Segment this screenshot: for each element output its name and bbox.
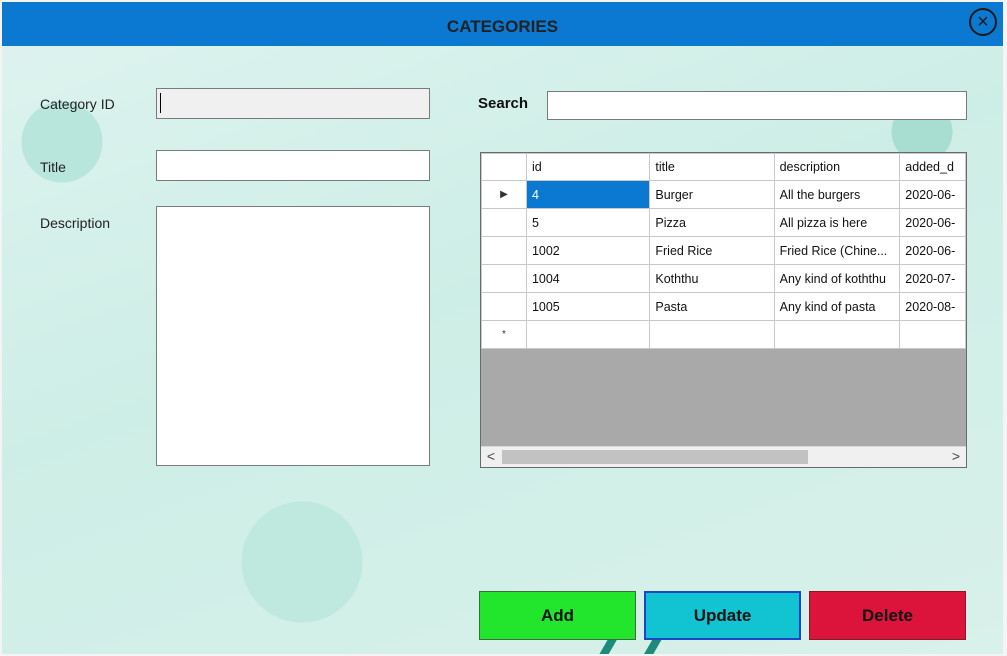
horizontal-scrollbar[interactable]: < > <box>481 446 966 467</box>
title-label: Title <box>40 159 66 175</box>
row-header[interactable] <box>481 236 527 265</box>
scroll-left-icon[interactable]: < <box>482 448 500 464</box>
update-button[interactable]: Update <box>644 591 801 640</box>
column-header-description[interactable]: description <box>773 153 901 181</box>
row-header[interactable] <box>481 264 527 293</box>
cell-title[interactable]: Burger <box>649 180 775 209</box>
grid-table: id title description added_d ▶ 4 Burger … <box>481 153 966 349</box>
cell-id[interactable]: 1004 <box>525 264 651 293</box>
row-header[interactable] <box>481 208 527 237</box>
table-row[interactable]: ▶ 4 Burger All the burgers 2020-06- <box>481 180 966 209</box>
categories-window: CATEGORIES × Category ID Title Descripti… <box>2 2 1003 654</box>
grid-header-row: id title description added_d <box>481 153 966 181</box>
cell-id[interactable] <box>525 320 651 349</box>
column-header-added-date[interactable]: added_d <box>899 153 966 181</box>
new-row-icon[interactable]: * <box>481 320 527 349</box>
table-row[interactable]: 1002 Fried Rice Fried Rice (Chine... 202… <box>481 236 966 265</box>
scrollbar-thumb[interactable] <box>502 450 808 464</box>
title-bar: CATEGORIES × <box>2 2 1003 46</box>
cell-added-date[interactable]: 2020-06- <box>899 236 966 265</box>
row-indicator-icon[interactable]: ▶ <box>481 180 527 209</box>
close-icon[interactable]: × <box>969 8 997 36</box>
new-row[interactable]: * <box>481 320 966 349</box>
delete-button[interactable]: Delete <box>809 591 966 640</box>
category-id-field[interactable] <box>156 88 430 119</box>
cell-title[interactable]: Koththu <box>649 264 775 293</box>
column-header-title[interactable]: title <box>649 153 775 181</box>
cell-added-date[interactable] <box>899 320 966 349</box>
category-id-label: Category ID <box>40 96 115 112</box>
search-input[interactable] <box>547 91 967 120</box>
categories-grid[interactable]: id title description added_d ▶ 4 Burger … <box>480 152 967 468</box>
cell-title[interactable]: Pasta <box>649 292 775 321</box>
cell-title[interactable]: Pizza <box>649 208 775 237</box>
cell-description[interactable]: Any kind of koththu <box>773 264 901 293</box>
cell-added-date[interactable]: 2020-06- <box>899 180 966 209</box>
scroll-right-icon[interactable]: > <box>947 448 965 464</box>
column-header-id[interactable]: id <box>525 153 651 181</box>
cell-id[interactable]: 1002 <box>525 236 651 265</box>
row-header-corner <box>481 153 527 181</box>
add-button[interactable]: Add <box>479 591 636 640</box>
cell-title[interactable]: Fried Rice <box>649 236 775 265</box>
cell-added-date[interactable]: 2020-07- <box>899 264 966 293</box>
row-header[interactable] <box>481 292 527 321</box>
cell-added-date[interactable]: 2020-08- <box>899 292 966 321</box>
cell-id[interactable]: 4 <box>525 180 651 209</box>
cell-added-date[interactable]: 2020-06- <box>899 208 966 237</box>
table-row[interactable]: 1004 Koththu Any kind of koththu 2020-07… <box>481 264 966 293</box>
cell-description[interactable]: Any kind of pasta <box>773 292 901 321</box>
cell-description[interactable]: Fried Rice (Chine... <box>773 236 901 265</box>
table-row[interactable]: 5 Pizza All pizza is here 2020-06- <box>481 208 966 237</box>
title-field[interactable] <box>156 150 430 181</box>
cell-id[interactable]: 5 <box>525 208 651 237</box>
cell-description[interactable] <box>773 320 901 349</box>
description-field[interactable] <box>156 206 430 466</box>
cell-title[interactable] <box>649 320 775 349</box>
cell-description[interactable]: All pizza is here <box>773 208 901 237</box>
cell-description[interactable]: All the burgers <box>773 180 901 209</box>
search-label: Search <box>478 95 529 112</box>
cell-id[interactable]: 1005 <box>525 292 651 321</box>
table-row[interactable]: 1005 Pasta Any kind of pasta 2020-08- <box>481 292 966 321</box>
description-label: Description <box>40 215 111 231</box>
window-title: CATEGORIES <box>446 17 559 36</box>
